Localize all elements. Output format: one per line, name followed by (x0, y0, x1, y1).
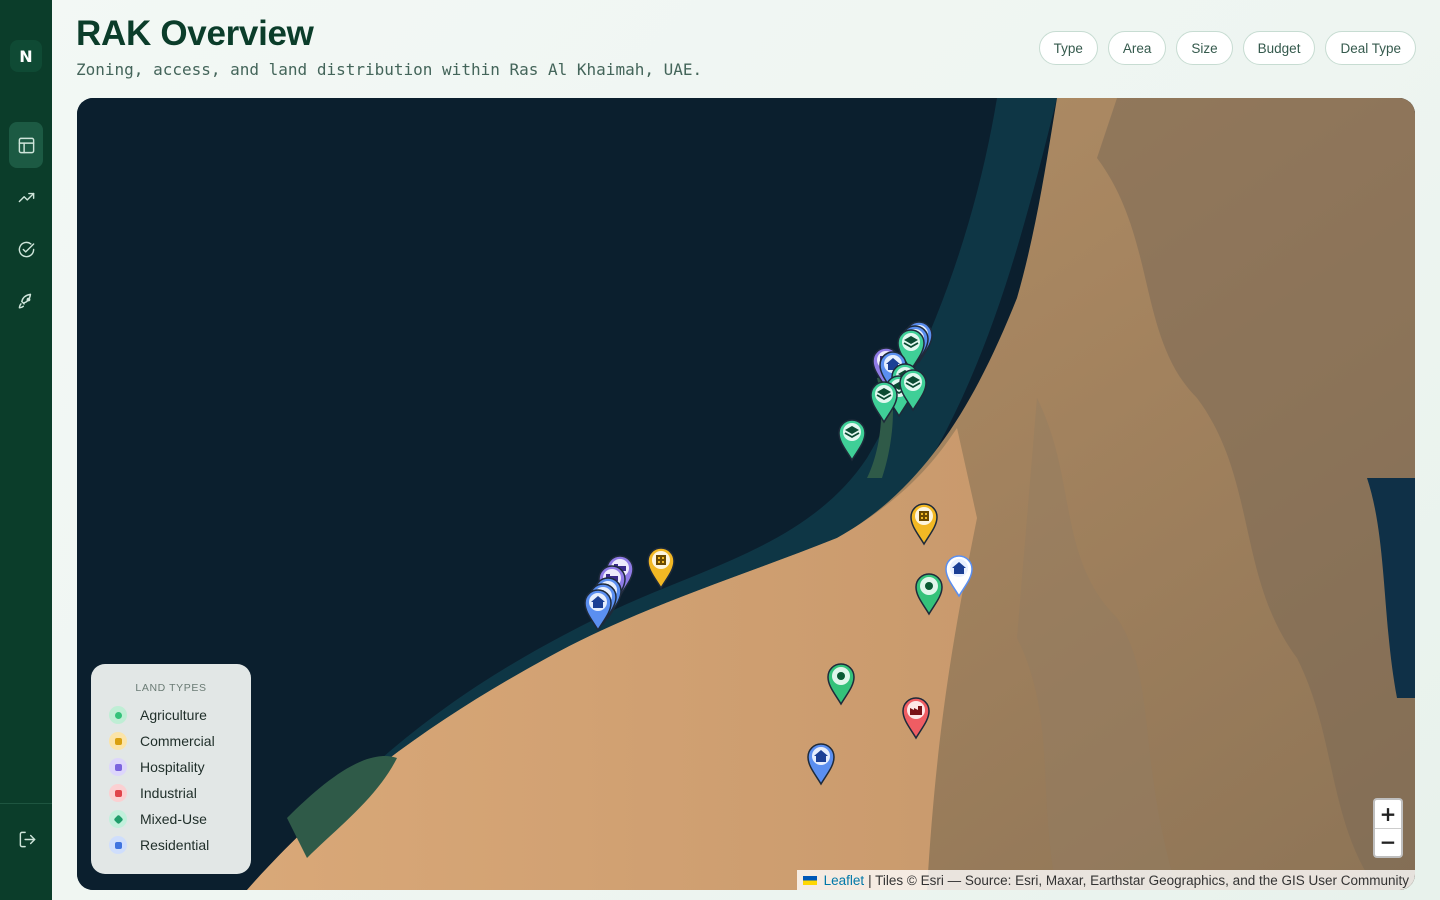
bed-icon (109, 758, 127, 776)
zoom-out-button[interactable]: − (1375, 827, 1401, 857)
map-marker-agriculture[interactable] (913, 572, 945, 616)
filter-budget-button[interactable]: Budget (1242, 31, 1316, 65)
zoom-in-button[interactable]: + (1375, 800, 1401, 828)
legend-title: LAND TYPES (135, 682, 207, 694)
map-pin-icon (807, 743, 835, 786)
sidebar-item-trending[interactable] (9, 174, 43, 220)
page-title: RAK Overview (76, 14, 314, 53)
map-pin-icon (647, 547, 675, 590)
ukraine-flag-icon (802, 875, 817, 885)
legend-item-label: Industrial (140, 785, 197, 801)
legend-item-hospitality[interactable]: Hospitality (109, 754, 233, 780)
map-marker-mixed-use[interactable] (868, 380, 900, 424)
layout-icon (18, 137, 34, 153)
sidebar-item-check[interactable] (9, 226, 43, 272)
map-marker-commercial[interactable] (908, 502, 940, 546)
app-logo[interactable]: N (10, 40, 42, 72)
sidebar-divider (0, 803, 52, 804)
map-marker-mixed-use[interactable] (897, 368, 929, 412)
map-marker-residential[interactable] (943, 554, 975, 598)
map-pin-icon (584, 589, 612, 632)
map-marker-agriculture[interactable] (825, 662, 857, 706)
leaflet-link[interactable]: Leaflet (824, 873, 865, 888)
map-marker-industrial[interactable] (900, 696, 932, 740)
layers-icon (109, 810, 127, 828)
map-marker-residential[interactable] (805, 742, 837, 786)
filter-area-button[interactable]: Area (1107, 31, 1167, 65)
map-pin-icon (838, 419, 866, 462)
map-pin-icon (915, 573, 943, 616)
map-marker-residential[interactable] (582, 588, 614, 632)
rocket-icon (18, 293, 31, 309)
filter-bar: Type Area Size Budget Deal Type (1038, 31, 1416, 65)
filter-deal-type-button[interactable]: Deal Type (1325, 31, 1416, 65)
filter-size-button[interactable]: Size (1176, 31, 1233, 65)
map-pin-icon (902, 697, 930, 740)
legend-item-industrial[interactable]: Industrial (109, 780, 233, 806)
zoom-control: + − (1373, 798, 1403, 858)
logout-button[interactable] (18, 830, 38, 850)
legend-item-commercial[interactable]: Commercial (109, 728, 233, 754)
land-types-legend: LAND TYPES Agriculture Commercial Hospit… (91, 664, 251, 874)
sidebar: N (0, 0, 52, 900)
building-icon (109, 732, 127, 750)
home-icon (109, 836, 127, 854)
factory-icon (109, 784, 127, 802)
legend-item-label: Agriculture (140, 707, 207, 723)
legend-item-agriculture[interactable]: Agriculture (109, 702, 233, 728)
legend-item-label: Hospitality (140, 759, 205, 775)
map-pin-icon (827, 663, 855, 706)
map-attribution: Leaflet | Tiles © Esri — Source: Esri, M… (796, 870, 1415, 890)
logout-icon (19, 831, 36, 848)
legend-item-label: Mixed-Use (140, 811, 207, 827)
sidebar-item-launch[interactable] (9, 278, 43, 324)
map-marker-commercial[interactable] (645, 546, 677, 590)
legend-item-label: Residential (140, 837, 210, 853)
legend-item-mixed-use[interactable]: Mixed-Use (109, 806, 233, 832)
map-marker-mixed-use[interactable] (836, 418, 868, 462)
map-pin-icon (910, 503, 938, 546)
pin-icon (109, 706, 127, 724)
legend-item-label: Commercial (140, 733, 215, 749)
filter-type-button[interactable]: Type (1038, 31, 1098, 65)
map-pin-icon (945, 555, 973, 598)
sidebar-nav (9, 122, 43, 324)
sidebar-item-layout[interactable] (9, 122, 43, 168)
trending-up-icon (18, 192, 34, 202)
map-pin-icon (870, 381, 898, 424)
map-pin-icon (899, 369, 927, 412)
check-circle-icon (18, 241, 34, 257)
legend-item-residential[interactable]: Residential (109, 832, 233, 858)
page-subtitle: Zoning, access, and land distribution wi… (76, 60, 703, 79)
attribution-text: | Tiles © Esri — Source: Esri, Maxar, Ea… (868, 872, 1409, 888)
map-view[interactable]: LAND TYPES Agriculture Commercial Hospit… (77, 98, 1415, 890)
satellite-map-tiles (77, 98, 1415, 890)
